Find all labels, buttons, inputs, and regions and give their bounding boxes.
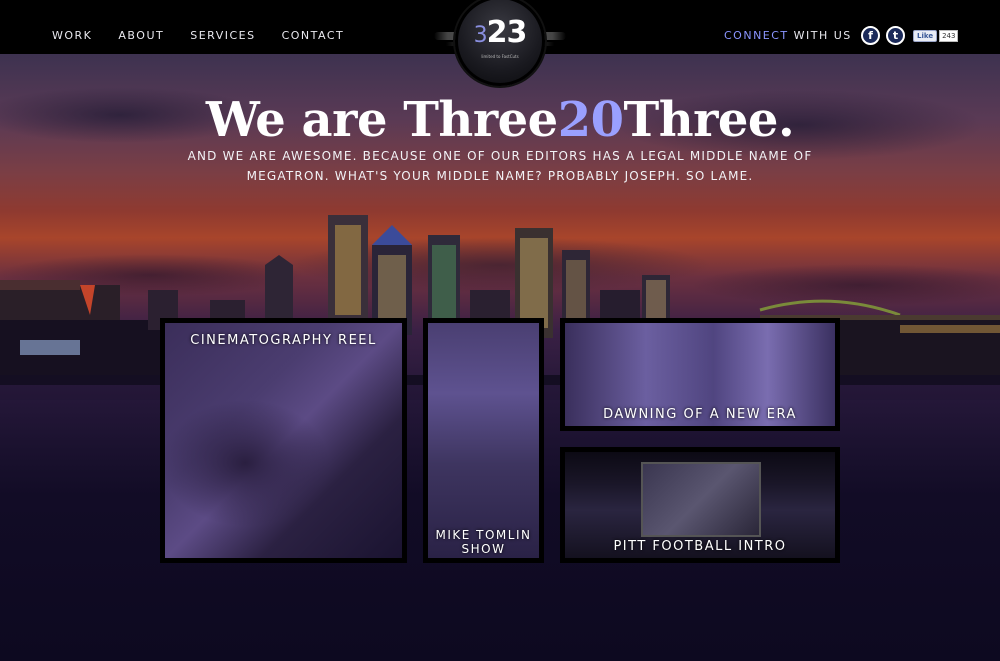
like-button[interactable]: Like bbox=[913, 29, 938, 42]
tile-framed-photo bbox=[641, 462, 761, 537]
connect-accent-text: CONNECT bbox=[724, 29, 789, 42]
twitter-icon[interactable]: t bbox=[886, 26, 905, 45]
tile-label: PITT FOOTBALL INTRO bbox=[613, 539, 787, 554]
nav-work-link[interactable]: WORK bbox=[52, 29, 92, 42]
tile-label: DAWNING OF A NEW ERA bbox=[603, 407, 797, 422]
site-logo[interactable]: 323 limited to FastCuts bbox=[455, 0, 545, 86]
facebook-like-widget[interactable]: Like 243 bbox=[913, 29, 959, 42]
logo-tagline: limited to FastCuts bbox=[481, 54, 519, 59]
connect-with-us: CONNECT WITH US bbox=[724, 29, 852, 42]
tile-cinematography-reel[interactable]: CINEMATOGRAPHY REEL bbox=[160, 318, 407, 563]
nav-contact-link[interactable]: CONTACT bbox=[282, 29, 345, 42]
hero-title: We are Three20Three. bbox=[205, 92, 795, 148]
connect-rest-text: WITH US bbox=[788, 29, 852, 42]
tile-thumbnail bbox=[165, 323, 402, 558]
main-nav: WORK ABOUT SERVICES CONTACT bbox=[52, 29, 344, 42]
tile-thumbnail bbox=[428, 323, 539, 558]
nav-services-link[interactable]: SERVICES bbox=[190, 29, 255, 42]
hero-subtitle: AND WE ARE AWESOME. BECAUSE ONE OF OUR E… bbox=[187, 149, 813, 183]
tile-pitt-football-intro[interactable]: PITT FOOTBALL INTRO bbox=[560, 447, 840, 563]
tile-mike-tomlin-show[interactable]: MIKE TOMLIN SHOW bbox=[423, 318, 544, 563]
tile-dawning-of-a-new-era[interactable]: DAWNING OF A NEW ERA bbox=[560, 318, 840, 431]
social-links: f t Like 243 bbox=[861, 26, 959, 45]
facebook-icon[interactable]: f bbox=[861, 26, 880, 45]
logo-mark: 323 bbox=[473, 15, 528, 50]
tile-label: CINEMATOGRAPHY REEL bbox=[190, 333, 377, 348]
like-count: 243 bbox=[939, 29, 959, 42]
nav-about-link[interactable]: ABOUT bbox=[118, 29, 164, 42]
tile-label: MIKE TOMLIN SHOW bbox=[435, 528, 532, 556]
